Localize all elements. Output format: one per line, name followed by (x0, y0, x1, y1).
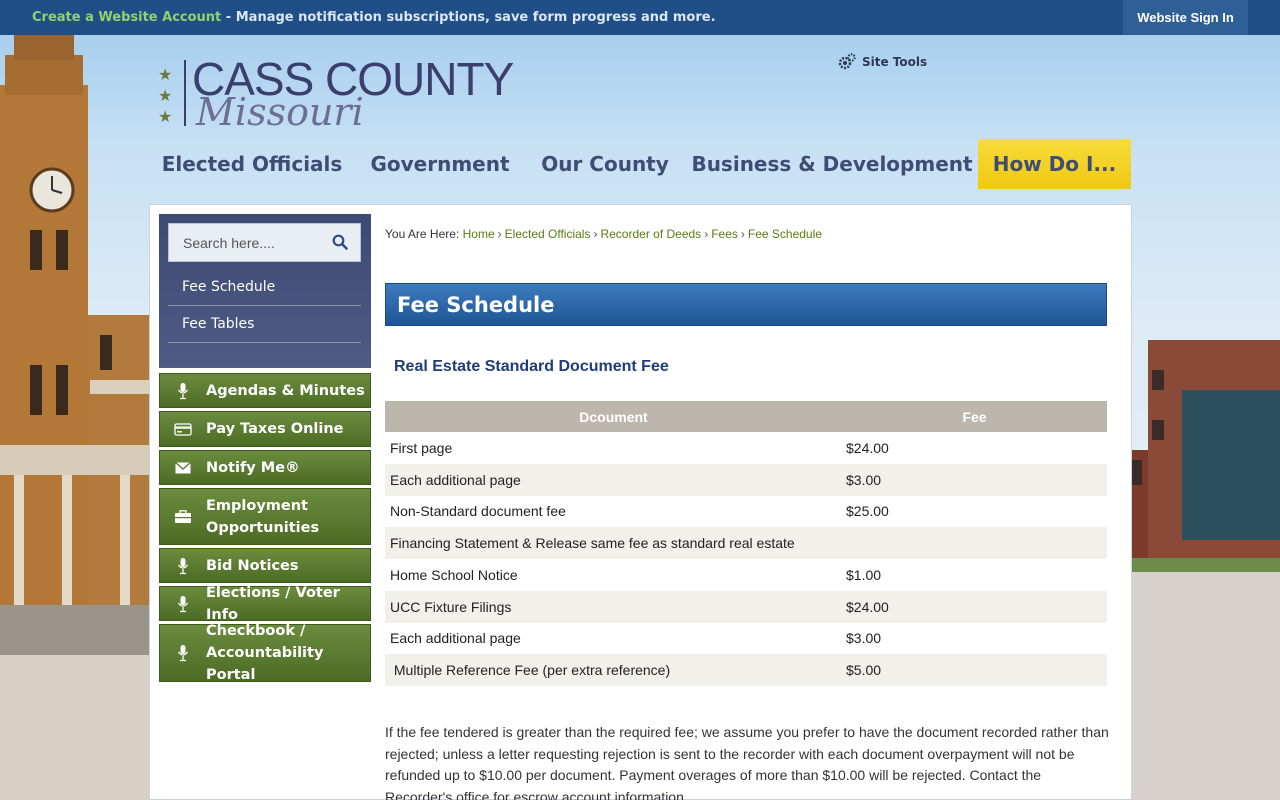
quick-link-label: Pay Taxes Online (206, 421, 344, 437)
fee-cell: $3.00 (842, 463, 1107, 496)
table-header-row: Dcoument Fee (385, 401, 1107, 432)
fee-cell: $25.00 (846, 503, 889, 520)
logo-state-name[interactable]: Missouri (196, 90, 364, 134)
search-input[interactable] (169, 224, 319, 261)
nav-government[interactable]: Government (360, 139, 520, 189)
document-cell: Multiple Reference Fee (per extra refere… (385, 654, 842, 686)
promo-text: - Manage notification subscriptions, sav… (221, 10, 716, 25)
microphone-icon (160, 595, 206, 613)
nav-our-county[interactable]: Our County (528, 139, 682, 189)
fee-cell: $3.00 (846, 630, 882, 647)
envelope-icon (160, 461, 206, 474)
column-header-fee: Fee (842, 401, 1107, 432)
quick-link-label: Bid Notices (206, 557, 299, 574)
breadcrumb: You Are Here: Home › Elected Officials › Rec… (385, 227, 822, 241)
sidebar-item-fee-schedule[interactable]: Fee Schedule (168, 269, 361, 306)
quick-link-checkbook[interactable]: Checkbook / Accountability Portal (159, 623, 371, 683)
breadcrumb-prefix: You Are Here: (385, 227, 460, 241)
document-cell: First page (390, 439, 453, 456)
table-row: Each additional page $3.00 (385, 463, 1107, 496)
sidebar-item-fee-tables[interactable]: Fee Tables (168, 306, 361, 343)
table-row: Home School Notice $1.00 (385, 559, 1107, 591)
fee-cell: $24.00 (846, 439, 889, 456)
courthouse-image (0, 35, 150, 800)
column-header-document: Dcoument (385, 401, 842, 432)
quick-link-label: Agendas & Minutes (206, 382, 365, 399)
quick-link-pay-taxes[interactable]: Pay Taxes Online (159, 411, 371, 447)
site-tools-label: Site Tools (862, 55, 928, 69)
breadcrumb-separator: › (497, 227, 502, 241)
table-row: Financing Statement & Release same fee a… (385, 527, 1107, 559)
table-row: Multiple Reference Fee (per extra refere… (385, 654, 1107, 686)
microphone-icon (160, 644, 206, 662)
nav-business-development[interactable]: Business & Development (691, 139, 972, 189)
credit-card-icon (160, 422, 206, 436)
fee-cell: $1.00 (846, 566, 882, 583)
quick-link-elections[interactable]: Elections / Voter Info (159, 585, 371, 623)
page-title: Fee Schedule (385, 283, 1107, 326)
nav-elected-officials[interactable]: Elected Officials (150, 139, 354, 189)
quick-link-agendas-minutes[interactable]: Agendas & Minutes (159, 373, 371, 408)
star-icon: ★ (158, 65, 173, 84)
search-box (168, 223, 361, 262)
document-cell: Home School Notice (390, 566, 518, 583)
breadcrumb-recorder-of-deeds[interactable]: Recorder of Deeds (600, 227, 701, 241)
quick-link-bid-notices[interactable]: Bid Notices (159, 548, 371, 583)
briefcase-icon (160, 509, 206, 524)
breadcrumb-fees[interactable]: Fees (711, 227, 738, 241)
document-cell: Financing Statement & Release same fee a… (385, 527, 1107, 559)
star-icon: ★ (158, 86, 173, 105)
quick-link-label: Employment Opportunities (206, 497, 320, 536)
table-row: Each additional page $3.00 (385, 623, 1107, 655)
fee-table: Dcoument Fee First page $24.00 Each addit… (385, 401, 1107, 686)
account-promo: Create a Website Account - Manage notifi… (32, 10, 716, 25)
microphone-icon (160, 557, 206, 575)
top-bar: Create a Website Account - Manage notifi… (0, 0, 1280, 35)
gears-icon (838, 53, 856, 70)
create-account-link[interactable]: Create a Website Account (32, 10, 221, 25)
document-cell: Each additional page (385, 463, 842, 496)
breadcrumb-separator: › (593, 227, 598, 241)
breadcrumb-home[interactable]: Home (463, 227, 495, 241)
building-image (1132, 340, 1280, 800)
fee-cell: $24.00 (842, 590, 1107, 623)
quick-link-label: Notify Me® (206, 459, 300, 476)
microphone-icon (160, 382, 206, 400)
quick-link-label: Elections / Voter Info (206, 584, 340, 623)
section-heading: Real Estate Standard Document Fee (394, 358, 669, 375)
table-row: Non-Standard document fee $25.00 (385, 496, 1107, 528)
document-cell: Non-Standard document fee (390, 503, 566, 520)
search-icon[interactable] (332, 234, 348, 250)
fee-cell: $5.00 (842, 654, 1107, 686)
quick-link-notify-me[interactable]: Notify Me® (159, 450, 371, 485)
overpayment-note: If the fee tendered is greater than the … (385, 724, 1109, 800)
website-sign-in-button[interactable]: Website Sign In (1123, 0, 1248, 35)
table-row: UCC Fixture Filings $24.00 (385, 590, 1107, 623)
table-row: First page $24.00 (385, 432, 1107, 464)
site-tools-button[interactable]: Site Tools (838, 53, 927, 71)
quick-link-label: Checkbook / Accountability Portal (206, 623, 324, 683)
breadcrumb-fee-schedule[interactable]: Fee Schedule (748, 227, 822, 241)
logo-stars: ★ ★ ★ (158, 64, 176, 127)
nav-how-do-i[interactable]: How Do I... (978, 139, 1131, 189)
document-cell: Each additional page (390, 630, 521, 647)
sidebar-nav: Fee Schedule Fee Tables (159, 214, 371, 368)
star-icon: ★ (158, 107, 173, 126)
quick-link-employment[interactable]: Employment Opportunities (159, 488, 371, 545)
document-cell: UCC Fixture Filings (385, 590, 842, 623)
logo-divider (184, 60, 186, 126)
breadcrumb-separator: › (740, 227, 745, 241)
breadcrumb-separator: › (704, 227, 709, 241)
breadcrumb-elected-officials[interactable]: Elected Officials (505, 227, 591, 241)
